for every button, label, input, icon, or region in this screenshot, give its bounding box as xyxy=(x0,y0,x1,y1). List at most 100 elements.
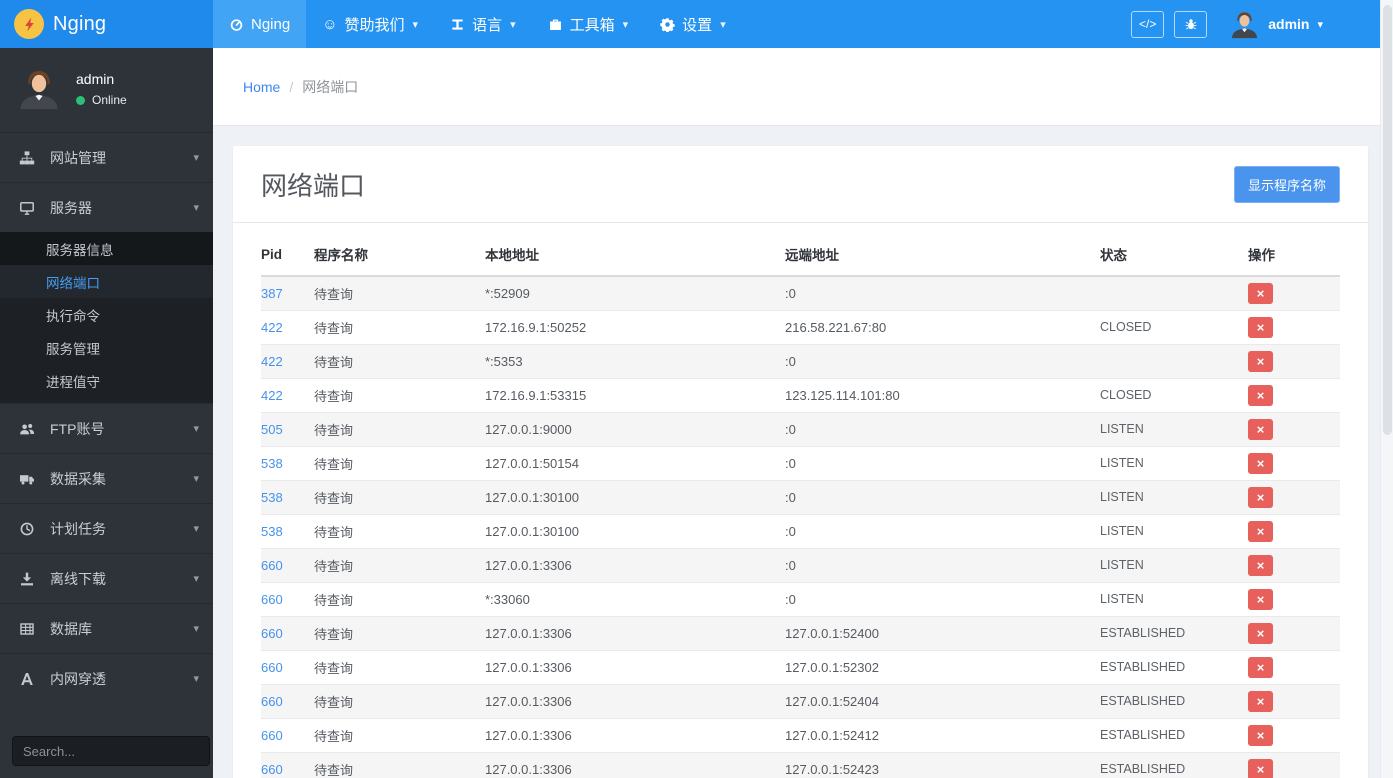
username: admin xyxy=(1268,16,1310,32)
pid-link[interactable]: 538 xyxy=(261,456,283,471)
sidebar: admin Online 网站管理 ▾ 服务器 ▾ 服务器信息 网络端口 执行命… xyxy=(0,48,226,778)
col-status: 状态 xyxy=(1100,229,1248,277)
status-cell: ESTABLISHED xyxy=(1100,762,1186,777)
sidebar-item-websites[interactable]: 网站管理 ▾ xyxy=(0,132,213,182)
action-cell: × xyxy=(1248,548,1340,582)
smiley-icon: ☺ xyxy=(322,15,338,33)
brand-logo[interactable]: Nging xyxy=(0,0,213,48)
chevron-down-icon: ▾ xyxy=(193,473,199,485)
status-cell: LISTEN xyxy=(1100,422,1144,436)
sidebar-search: ‹ xyxy=(0,726,226,778)
sidebar-item-exec-command[interactable]: 执行命令 xyxy=(0,298,213,331)
user-menu[interactable]: admin ▾ xyxy=(1229,9,1323,40)
delete-button[interactable]: × xyxy=(1248,622,1273,644)
remote-address-cell: 127.0.0.1:52412 xyxy=(785,727,879,743)
truck-icon xyxy=(20,474,34,484)
breadcrumb-home-link[interactable]: Home xyxy=(243,79,280,95)
delete-button[interactable]: × xyxy=(1248,418,1273,440)
col-local-address: 本地地址 xyxy=(485,229,785,277)
delete-button[interactable]: × xyxy=(1248,486,1273,508)
pid-link[interactable]: 660 xyxy=(261,660,283,675)
pid-link[interactable]: 387 xyxy=(261,286,283,301)
sidebar-item-database[interactable]: 数据库 ▾ xyxy=(0,603,213,653)
breadcrumb-separator: / xyxy=(289,78,294,95)
remote-address-cell: :0 xyxy=(785,353,796,369)
pid-link[interactable]: 660 xyxy=(261,728,283,743)
pid-cell: 422 xyxy=(261,310,314,344)
sidebar-item-data-collection[interactable]: 数据采集 ▾ xyxy=(0,453,213,503)
submenu-label: 服务管理 xyxy=(46,341,100,357)
delete-button[interactable]: × xyxy=(1248,282,1273,304)
debug-button[interactable] xyxy=(1174,10,1208,38)
pid-link[interactable]: 422 xyxy=(261,354,283,369)
pid-cell: 660 xyxy=(261,752,314,778)
delete-button[interactable]: × xyxy=(1248,758,1273,778)
program-name-cell: 待查询 xyxy=(314,490,354,506)
pid-link[interactable]: 660 xyxy=(261,592,283,607)
sidebar-item-ftp[interactable]: FTP账号 ▾ xyxy=(0,403,213,453)
sidebar-item-label: 计划任务 xyxy=(50,520,106,537)
chevron-down-icon: ▾ xyxy=(510,18,516,31)
sidebar-item-label: 内网穿透 xyxy=(50,670,106,687)
program-name-cell: 待查询 xyxy=(314,320,354,336)
sidebar-item-process-daemon[interactable]: 进程值守 xyxy=(0,364,213,397)
card-header: 网络端口 显示程序名称 xyxy=(233,146,1368,223)
delete-button[interactable]: × xyxy=(1248,588,1273,610)
breadcrumb-bar: Home / 网络端口 xyxy=(213,48,1393,126)
pid-cell: 660 xyxy=(261,650,314,684)
nav-item-label: Nging xyxy=(251,15,291,33)
action-cell: × xyxy=(1248,616,1340,650)
sidebar-item-label: FTP账号 xyxy=(50,420,105,437)
sidebar-item-intranet-tunnel[interactable]: 内网穿透 ▾ xyxy=(0,653,213,703)
sidebar-item-offline-download[interactable]: 离线下载 ▾ xyxy=(0,553,213,603)
remote-address-cell: :0 xyxy=(785,455,796,471)
delete-button[interactable]: × xyxy=(1248,656,1273,678)
pid-cell: 660 xyxy=(261,718,314,752)
pid-link[interactable]: 660 xyxy=(261,626,283,641)
submenu-label: 进程值守 xyxy=(46,374,100,390)
sidebar-item-server-info[interactable]: 服务器信息 xyxy=(0,232,213,265)
pid-link[interactable]: 422 xyxy=(261,388,283,403)
program-name-cell: 待查询 xyxy=(314,592,354,608)
pid-link[interactable]: 538 xyxy=(261,524,283,539)
close-icon: × xyxy=(1256,727,1265,743)
delete-button[interactable]: × xyxy=(1248,350,1273,372)
status-cell: ESTABLISHED xyxy=(1100,626,1186,640)
code-button[interactable]: </> xyxy=(1131,10,1165,38)
pid-cell: 422 xyxy=(261,378,314,412)
delete-button[interactable]: × xyxy=(1248,554,1273,576)
nav-item-label: 语言 xyxy=(472,16,503,34)
scrollbar-thumb[interactable] xyxy=(1383,5,1392,435)
delete-button[interactable]: × xyxy=(1248,520,1273,542)
nav-item-sponsor[interactable]: ☺ 赞助我们 ▾ xyxy=(306,0,434,48)
pid-link[interactable]: 660 xyxy=(261,694,283,709)
nav-item-label: 设置 xyxy=(682,16,713,34)
sidebar-item-service-manage[interactable]: 服务管理 xyxy=(0,331,213,364)
delete-button[interactable]: × xyxy=(1248,724,1273,746)
nav-item-language[interactable]: 语言 ▾ xyxy=(434,0,532,48)
show-program-name-button[interactable]: 显示程序名称 xyxy=(1233,166,1340,203)
pid-link[interactable]: 660 xyxy=(261,762,283,777)
delete-button[interactable]: × xyxy=(1248,384,1273,406)
delete-button[interactable]: × xyxy=(1248,452,1273,474)
breadcrumb-current: 网络端口 xyxy=(302,78,359,95)
sidebar-item-server[interactable]: 服务器 ▾ xyxy=(0,182,213,232)
nav-item-nging[interactable]: Nging xyxy=(213,0,307,48)
nav-item-settings[interactable]: 设置 ▾ xyxy=(644,0,742,48)
table-row: 660 待查询 127.0.0.1:3306 127.0.0.1:52404 E… xyxy=(261,684,1340,718)
pid-link[interactable]: 505 xyxy=(261,422,283,437)
delete-button[interactable]: × xyxy=(1248,316,1273,338)
sidebar-item-scheduled-tasks[interactable]: 计划任务 ▾ xyxy=(0,503,213,553)
pid-link[interactable]: 660 xyxy=(261,558,283,573)
pid-link[interactable]: 422 xyxy=(261,320,283,335)
nav-item-toolbox[interactable]: 工具箱 ▾ xyxy=(532,0,645,48)
local-address-cell: 127.0.0.1:30100 xyxy=(485,523,579,539)
ports-table-wrap: Pid 程序名称 本地地址 远端地址 状态 操作 387 待查询 *:52909… xyxy=(233,223,1368,778)
sidebar-item-network-ports[interactable]: 网络端口 xyxy=(0,265,213,298)
delete-button[interactable]: × xyxy=(1248,690,1273,712)
program-name-cell: 待查询 xyxy=(314,728,354,744)
avatar xyxy=(1232,11,1258,38)
search-input[interactable] xyxy=(12,736,210,766)
pid-link[interactable]: 538 xyxy=(261,490,283,505)
server-submenu: 服务器信息 网络端口 执行命令 服务管理 进程值守 xyxy=(0,232,213,403)
